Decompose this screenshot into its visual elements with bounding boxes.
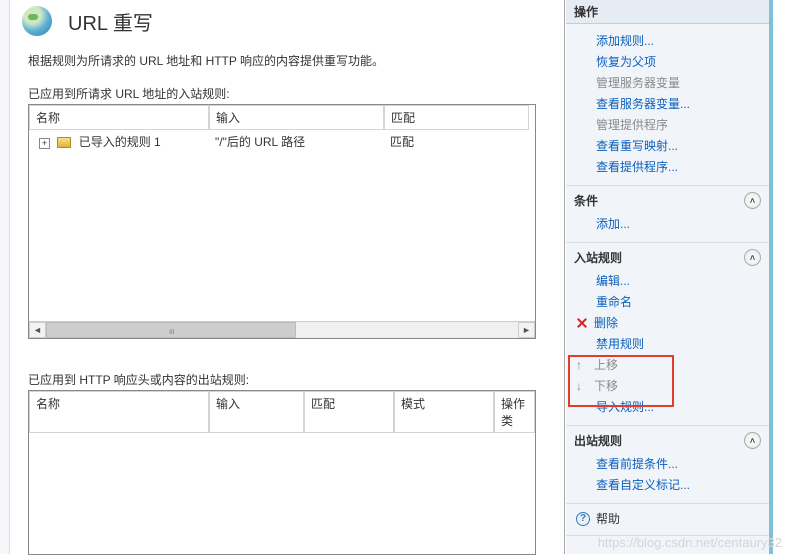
add-rule-link[interactable]: 添加规则...	[566, 30, 769, 51]
preconditions-link[interactable]: 查看前提条件...	[566, 453, 769, 474]
col-input[interactable]: 输入	[209, 105, 384, 130]
help-label: 帮助	[596, 510, 620, 527]
col-mode-out[interactable]: 模式	[394, 391, 494, 433]
help-link[interactable]: ? 帮助	[566, 508, 769, 529]
col-action-out[interactable]: 操作类	[494, 391, 535, 433]
delete-label: 删除	[594, 314, 618, 331]
inbound-rules-title: 入站规则	[574, 249, 622, 266]
disable-link[interactable]: 禁用规则	[566, 333, 769, 354]
rule-match: 匹配	[384, 133, 529, 150]
inbound-table: 名称 输入 匹配 + 已导入的规则 1 "/"后的 URL 路径 匹配 ◄	[28, 104, 536, 339]
col-match-out[interactable]: 匹配	[304, 391, 394, 433]
delete-link[interactable]: 删除	[566, 312, 769, 333]
inbound-label: 已应用到所请求 URL 地址的入站规则:	[28, 85, 536, 102]
panel-title: 操作	[566, 0, 769, 24]
view-vars-link[interactable]: 查看服务器变量...	[566, 93, 769, 114]
help-icon: ?	[576, 512, 590, 526]
delete-icon	[576, 317, 588, 329]
outbound-label: 已应用到 HTTP 响应头或内容的出站规则:	[28, 371, 536, 388]
highlight-annotation	[568, 355, 674, 407]
restore-parent-link[interactable]: 恢复为父项	[566, 51, 769, 72]
add-condition-link[interactable]: 添加...	[566, 213, 769, 234]
page-title: URL 重写	[68, 7, 153, 36]
url-rewrite-icon	[22, 6, 52, 36]
custom-tags-link[interactable]: 查看自定义标记...	[566, 474, 769, 495]
scroll-left-icon[interactable]: ◄	[29, 322, 46, 338]
h-scrollbar[interactable]: ◄ ►	[29, 321, 535, 338]
actions-panel: 操作 添加规则... 恢复为父项 管理服务器变量 查看服务器变量... 管理提供…	[566, 0, 773, 554]
expand-icon[interactable]: +	[39, 138, 50, 149]
chevron-up-icon[interactable]: ˄	[744, 432, 761, 449]
col-name-out[interactable]: 名称	[29, 391, 209, 433]
outbound-rules-title: 出站规则	[574, 432, 622, 449]
col-name[interactable]: 名称	[29, 105, 209, 130]
table-row[interactable]: + 已导入的规则 1 "/"后的 URL 路径 匹配	[29, 131, 535, 151]
conditions-title: 条件	[574, 192, 598, 209]
chevron-up-icon[interactable]: ˄	[744, 192, 761, 209]
rule-name: 已导入的规则 1	[79, 135, 161, 149]
folder-icon	[57, 137, 71, 148]
view-rewrite-maps-link[interactable]: 查看重写映射...	[566, 135, 769, 156]
rule-input: "/"后的 URL 路径	[209, 133, 384, 150]
rename-link[interactable]: 重命名	[566, 291, 769, 312]
page-description: 根据规则为所请求的 URL 地址和 HTTP 响应的内容提供重写功能。	[0, 38, 564, 77]
col-match[interactable]: 匹配	[384, 105, 529, 130]
manage-vars-label: 管理服务器变量	[566, 72, 769, 93]
scroll-thumb[interactable]	[46, 322, 296, 338]
chevron-up-icon[interactable]: ˄	[744, 249, 761, 266]
edit-link[interactable]: 编辑...	[566, 270, 769, 291]
main-content: URL 重写 根据规则为所请求的 URL 地址和 HTTP 响应的内容提供重写功…	[0, 0, 565, 554]
scroll-right-icon[interactable]: ►	[518, 322, 535, 338]
manage-providers-label: 管理提供程序	[566, 114, 769, 135]
col-input-out[interactable]: 输入	[209, 391, 304, 433]
outbound-table: 名称 输入 匹配 模式 操作类	[28, 390, 536, 555]
view-providers-link[interactable]: 查看提供程序...	[566, 156, 769, 177]
